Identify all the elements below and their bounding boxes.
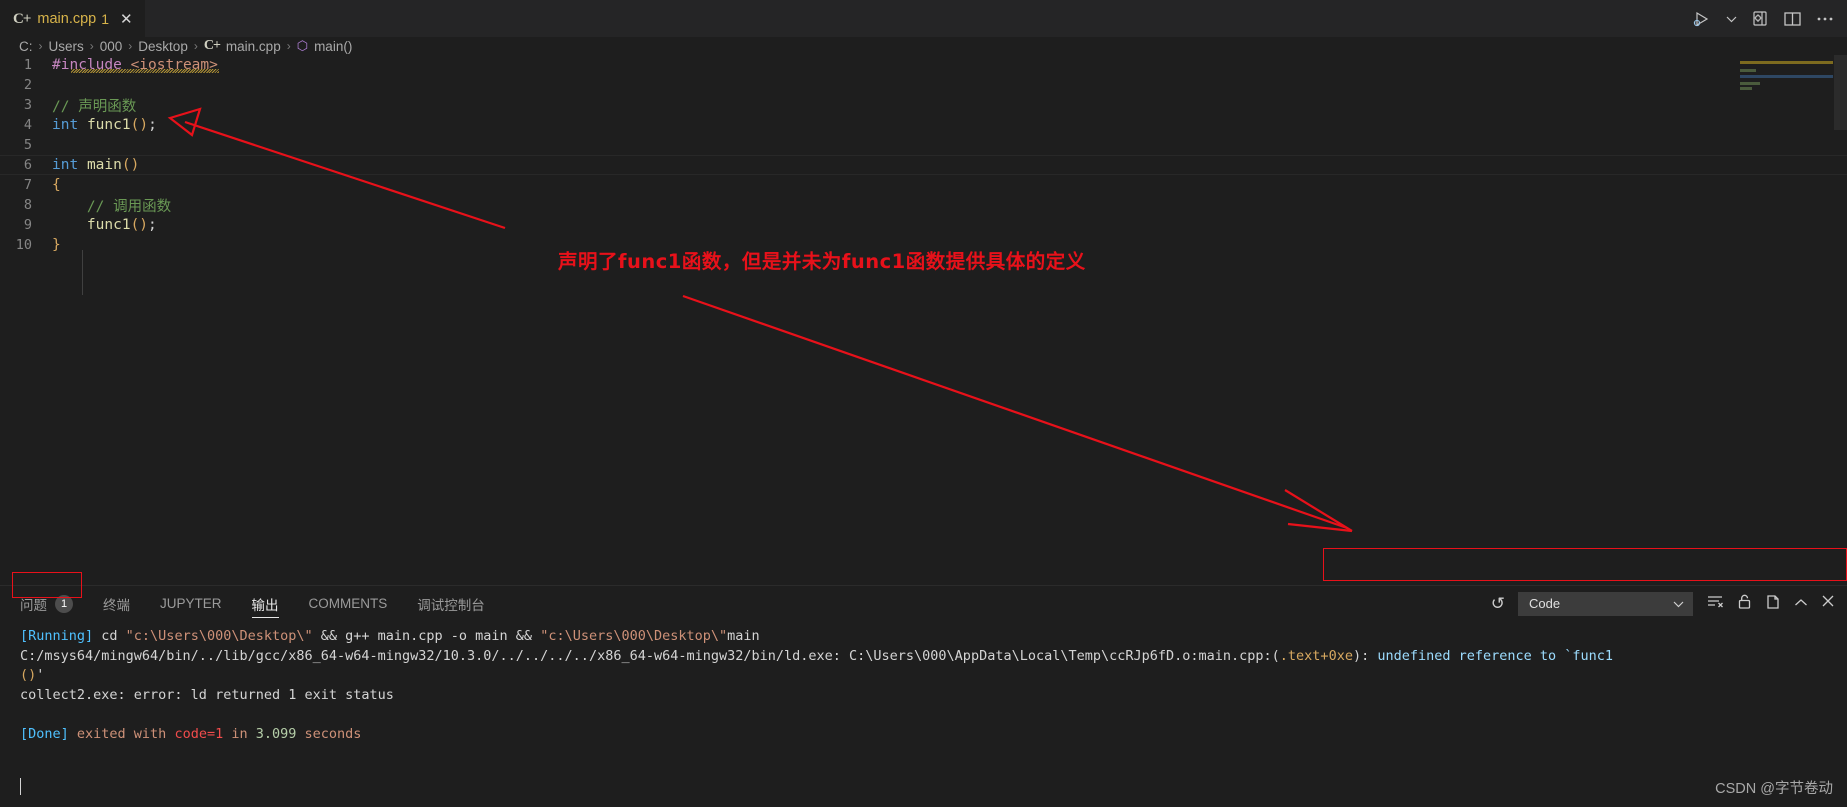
code-text: } (52, 237, 61, 253)
minimap-line (1740, 82, 1760, 85)
chevron-right-icon: › (128, 39, 133, 53)
editor-tab-label: main.cpp (37, 11, 97, 27)
editor-tab-main-cpp[interactable]: C+ main.cpp 1 ✕ (0, 0, 145, 37)
close-panel-icon[interactable] (1821, 594, 1835, 613)
code-line[interactable]: 7{ (0, 175, 1847, 195)
breadcrumb-item-users[interactable]: Users (49, 39, 84, 54)
tab-jupyter[interactable]: JUPYTER (160, 586, 222, 621)
code-line[interactable]: 6 int main() (0, 155, 1847, 175)
panel-tab-label: JUPYTER (160, 596, 222, 611)
code-text: int main() (52, 157, 140, 173)
open-in-editor-icon[interactable] (1765, 593, 1781, 615)
code-text: // 声明函数 (52, 98, 137, 115)
bottom-panel: 问题1终端JUPYTER输出COMMENTS调试控制台 ↺ Code (0, 585, 1847, 807)
tab-output[interactable]: 输出 (251, 586, 279, 621)
close-icon[interactable]: ✕ (120, 12, 133, 27)
output-line: collect2.exe: error: ld returned 1 exit … (20, 686, 394, 703)
toggle-settings-panel-icon[interactable] (1751, 10, 1769, 27)
line-number: 3 (23, 97, 32, 113)
code-line[interactable]: 4 int func1(); (0, 115, 1847, 135)
highlight-box-undefined-reference (1323, 548, 1847, 581)
minimap-line (1740, 87, 1752, 90)
breadcrumb-item-main-fn[interactable]: main() (314, 39, 352, 54)
code-text: // 调用函数 (52, 198, 172, 215)
code-lines: 1 #include <iostream> 2 3 // 声明函数 4 int func1(… (0, 55, 1847, 255)
breadcrumb: C: › Users › 000 › Desktop › C+ main.cpp… (0, 37, 1847, 55)
chevron-right-icon: › (286, 39, 291, 53)
more-actions-icon[interactable] (1816, 16, 1834, 22)
editor-actions (1692, 0, 1847, 37)
output-line: [Running] cd "c:\Users\000\Desktop\" && … (20, 628, 760, 644)
panel-tab-bar: 问题 1 终端 JUPYTER 输出 COMMENTS 调试控制台 ↺ Code (0, 586, 1847, 621)
code-line[interactable]: 1 #include <iostream> (0, 55, 1847, 75)
line-number: 2 (23, 77, 32, 93)
annotation-note: 声明了func1函数，但是并未为func1函数提供具体的定义 (558, 250, 1086, 273)
breadcrumb-item-000[interactable]: 000 (100, 39, 123, 54)
breadcrumb-item-c[interactable]: C: (19, 39, 33, 54)
breadcrumb-item-main-cpp[interactable]: main.cpp (226, 39, 281, 54)
panel-actions: ↺ Code (1491, 591, 1847, 616)
editor-tab-badge: 1 (101, 11, 110, 27)
terminal-caret (20, 778, 21, 795)
minimap[interactable] (1740, 55, 1833, 99)
panel-tab-label: 终端 (103, 597, 130, 613)
watermark: CSDN @字节卷动 (1715, 781, 1833, 797)
chevron-down-icon[interactable] (1726, 15, 1737, 23)
output-content[interactable]: [Running] cd "c:\Users\000\Desktop\" && … (0, 621, 1847, 807)
vscode-window: C+ main.cpp 1 ✕ C: › Users › 000 › Deskt… (0, 0, 1847, 807)
line-number: 7 (23, 177, 32, 193)
editor-tab-bar: C+ main.cpp 1 ✕ (0, 0, 1847, 37)
indent-guide (82, 250, 83, 295)
symbol-function-icon: ⬡ (296, 38, 309, 53)
tab-debug-console[interactable]: 调试控制台 (417, 586, 485, 621)
code-line[interactable]: 5 (0, 135, 1847, 155)
line-number: 9 (23, 217, 32, 233)
code-line[interactable]: 9 func1(); (0, 215, 1847, 235)
minimap-line (1740, 69, 1756, 72)
code-text: int func1(); (52, 117, 157, 133)
chevron-right-icon: › (193, 39, 198, 53)
error-squiggle (71, 69, 219, 73)
code-line[interactable]: 3 // 声明函数 (0, 95, 1847, 115)
panel-tab-label: 输出 (251, 597, 279, 613)
chevron-right-icon: › (38, 39, 43, 53)
editor-scrollbar[interactable] (1834, 55, 1847, 130)
chevron-down-icon (1673, 601, 1684, 607)
code-text: func1(); (86, 217, 157, 233)
run-and-debug-icon[interactable] (1692, 11, 1712, 27)
tab-comments[interactable]: COMMENTS (309, 586, 388, 621)
panel-tab-label: COMMENTS (308, 596, 388, 611)
tab-terminal[interactable]: 终端 (103, 586, 130, 621)
collapse-panel-icon[interactable] (1794, 595, 1808, 613)
highlight-box-parens (12, 572, 82, 598)
line-number: 1 (23, 57, 32, 73)
cpp-file-icon: C+ (13, 10, 31, 27)
clear-output-icon[interactable] (1706, 594, 1724, 614)
minimap-line (1740, 61, 1833, 64)
refresh-icon[interactable]: ↺ (1491, 594, 1505, 614)
output-channel-select[interactable]: Code (1518, 591, 1693, 616)
output-line: C:/msys64/mingw64/bin/../lib/gcc/x86_64-… (20, 647, 1614, 664)
code-line[interactable]: 8 // 调用函数 (0, 195, 1847, 215)
cpp-file-icon: C+ (203, 38, 221, 53)
line-number: 10 (15, 237, 32, 253)
line-number: 4 (23, 117, 32, 133)
code-editor[interactable]: 1 #include <iostream> 2 3 // 声明函数 4 int func1(… (0, 55, 1847, 585)
split-editor-icon[interactable] (1783, 10, 1802, 27)
chevron-right-icon: › (89, 39, 94, 53)
output-line: ()' (20, 667, 45, 683)
output-channel-value: Code (1529, 596, 1561, 611)
code-text: { (52, 177, 61, 193)
breadcrumb-item-desktop[interactable]: Desktop (138, 39, 188, 54)
line-number: 8 (23, 197, 32, 213)
line-number: 5 (23, 137, 32, 153)
lock-icon[interactable] (1737, 593, 1752, 615)
panel-tab-label: 调试控制台 (417, 597, 485, 613)
code-line[interactable]: 2 (0, 75, 1847, 95)
minimap-line (1740, 75, 1833, 78)
line-number: 6 (23, 157, 32, 173)
output-line: [Done] exited with code=1 in 3.099 secon… (20, 725, 362, 742)
